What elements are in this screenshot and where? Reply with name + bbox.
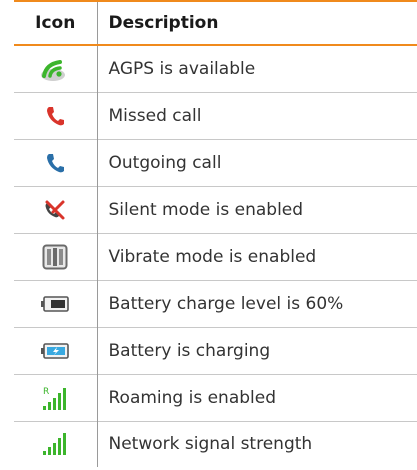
status-icons-table: Icon Description AGPS is available Misse… <box>14 2 417 467</box>
row-description: Network signal strength <box>108 434 313 455</box>
row-description: Roaming is enabled <box>108 387 277 408</box>
row-description: Missed call <box>108 105 202 126</box>
roaming-icon: R <box>42 385 68 411</box>
outgoing-call-icon <box>45 152 65 174</box>
table-row: Battery charge level is 60% <box>14 280 417 327</box>
row-description: Battery is charging <box>108 340 271 361</box>
row-description: Outgoing call <box>108 152 222 173</box>
table-row: R Roaming is enabled <box>14 374 417 421</box>
column-header-icon: Icon <box>14 2 98 45</box>
battery-charging-icon <box>41 342 70 359</box>
signal-strength-icon <box>42 433 68 456</box>
roaming-badge: R <box>43 387 49 397</box>
table-row: Silent mode is enabled <box>14 186 417 233</box>
table-row: AGPS is available <box>14 45 417 92</box>
row-description: AGPS is available <box>108 58 256 79</box>
table-row: Network signal strength <box>14 421 417 467</box>
table-row: Vibrate mode is enabled <box>14 233 417 280</box>
silent-mode-icon <box>44 199 66 221</box>
table-header-row: Icon Description <box>14 2 417 45</box>
missed-call-icon <box>45 105 65 127</box>
agps-icon <box>40 56 70 82</box>
battery-60-icon <box>41 295 70 312</box>
table-row: Battery is charging <box>14 327 417 374</box>
row-description: Silent mode is enabled <box>108 199 304 220</box>
row-description: Vibrate mode is enabled <box>108 246 317 267</box>
table-row: Outgoing call <box>14 139 417 186</box>
row-description: Battery charge level is 60% <box>108 293 344 314</box>
column-header-description: Description <box>108 13 219 33</box>
table-row: Missed call <box>14 92 417 139</box>
vibrate-mode-icon <box>42 244 68 270</box>
